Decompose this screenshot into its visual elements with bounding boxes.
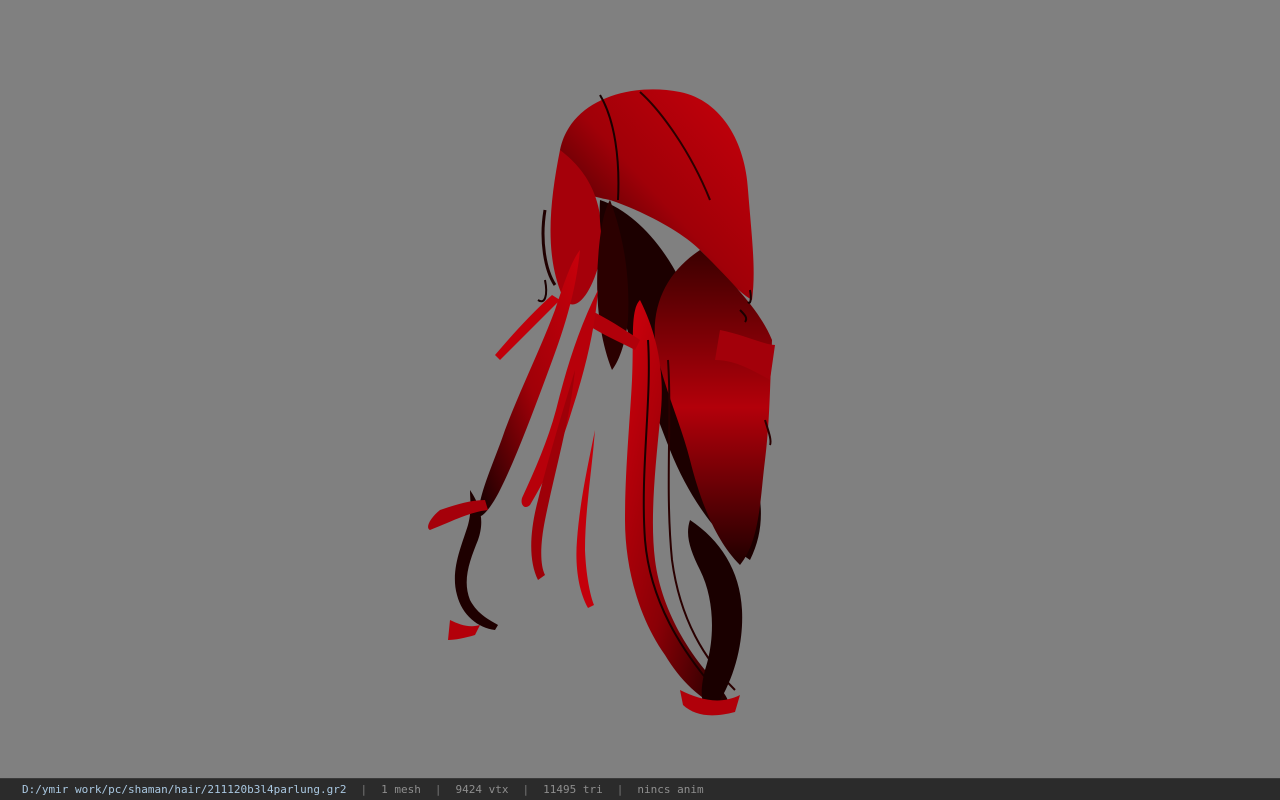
separator: | bbox=[360, 783, 368, 796]
separator: | bbox=[522, 783, 530, 796]
animation-status: nincs anim bbox=[637, 783, 704, 796]
mesh-count: 1 mesh bbox=[381, 783, 421, 796]
3d-viewport[interactable] bbox=[0, 0, 1280, 778]
hair-model bbox=[428, 89, 775, 716]
triangle-count: 11495 tri bbox=[543, 783, 603, 796]
status-bar: D:/ymir work/pc/shaman/hair/211120b3l4pa… bbox=[0, 778, 1280, 800]
separator: | bbox=[616, 783, 624, 796]
separator: | bbox=[434, 783, 442, 796]
file-path: D:/ymir work/pc/shaman/hair/211120b3l4pa… bbox=[22, 783, 347, 796]
vertex-count: 9424 vtx bbox=[455, 783, 509, 796]
